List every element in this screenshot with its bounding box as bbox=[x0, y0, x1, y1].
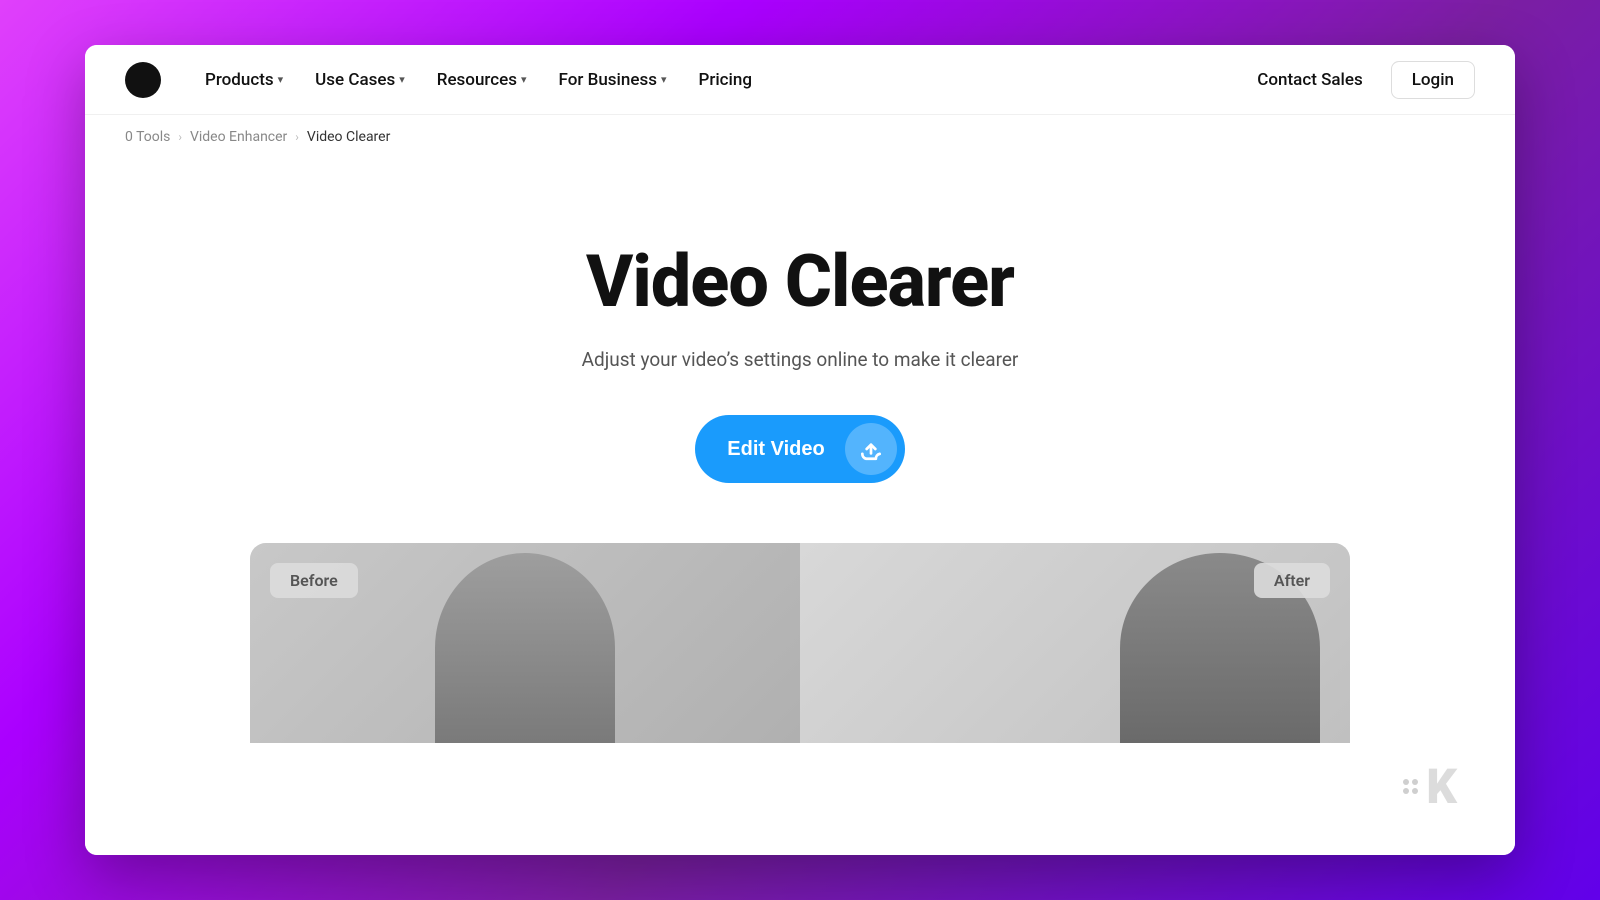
logo[interactable] bbox=[125, 62, 161, 98]
breadcrumb-separator-1: › bbox=[178, 130, 182, 144]
before-label: Before bbox=[270, 563, 358, 598]
nav-item-pricing[interactable]: Pricing bbox=[686, 62, 764, 98]
nav-item-resources[interactable]: Resources ▾ bbox=[425, 62, 539, 98]
nav-item-for-business[interactable]: For Business ▾ bbox=[547, 62, 679, 98]
breadcrumb: 0 Tools › Video Enhancer › Video Clearer bbox=[85, 115, 1515, 159]
main-content: Video Clearer Adjust your video’s settin… bbox=[85, 159, 1515, 855]
nav-label-use-cases: Use Cases bbox=[315, 70, 395, 90]
nav-label-pricing: Pricing bbox=[698, 70, 752, 90]
before-side: Before bbox=[250, 543, 800, 743]
nav-label-for-business: For Business bbox=[559, 70, 657, 90]
nav-item-products[interactable]: Products ▾ bbox=[193, 62, 295, 98]
breadcrumb-separator-2: › bbox=[295, 130, 299, 144]
after-label: After bbox=[1254, 563, 1330, 598]
brand-letter: K bbox=[1426, 758, 1455, 815]
breadcrumb-item-video-clearer: Video Clearer bbox=[307, 129, 390, 145]
page-title: Video Clearer bbox=[586, 239, 1014, 324]
page-subtitle: Adjust your video’s settings online to m… bbox=[582, 348, 1019, 371]
nav-label-products: Products bbox=[205, 70, 274, 90]
before-after-preview: Before After bbox=[250, 543, 1350, 743]
login-button[interactable]: Login bbox=[1391, 61, 1475, 99]
upload-icon-circle bbox=[845, 423, 897, 475]
dot-3 bbox=[1403, 788, 1409, 794]
brand-watermark: K bbox=[1403, 758, 1455, 815]
upload-icon bbox=[858, 436, 884, 462]
chevron-down-icon: ▾ bbox=[278, 73, 284, 86]
chevron-down-icon: ▾ bbox=[399, 73, 405, 86]
nav-right: Contact Sales Login bbox=[1245, 61, 1475, 99]
chevron-down-icon: ▾ bbox=[661, 73, 667, 86]
watermark-dots bbox=[1403, 779, 1418, 794]
chevron-down-icon: ▾ bbox=[521, 73, 527, 86]
after-side: After bbox=[800, 543, 1350, 743]
navbar: Products ▾ Use Cases ▾ Resources ▾ For B… bbox=[85, 45, 1515, 115]
dot-2 bbox=[1412, 779, 1418, 785]
dot-1 bbox=[1403, 779, 1409, 785]
edit-video-label: Edit Video bbox=[727, 438, 824, 461]
nav-links: Products ▾ Use Cases ▾ Resources ▾ For B… bbox=[193, 62, 1245, 98]
browser-window: Products ▾ Use Cases ▾ Resources ▾ For B… bbox=[85, 45, 1515, 855]
nav-label-resources: Resources bbox=[437, 70, 517, 90]
breadcrumb-item-tools[interactable]: 0 Tools bbox=[125, 129, 170, 145]
breadcrumb-item-video-enhancer[interactable]: Video Enhancer bbox=[190, 129, 287, 145]
nav-item-use-cases[interactable]: Use Cases ▾ bbox=[303, 62, 417, 98]
dot-4 bbox=[1412, 788, 1418, 794]
contact-sales-link[interactable]: Contact Sales bbox=[1245, 62, 1374, 98]
preview-section: Before After K bbox=[85, 543, 1515, 855]
edit-video-button[interactable]: Edit Video bbox=[695, 415, 904, 483]
